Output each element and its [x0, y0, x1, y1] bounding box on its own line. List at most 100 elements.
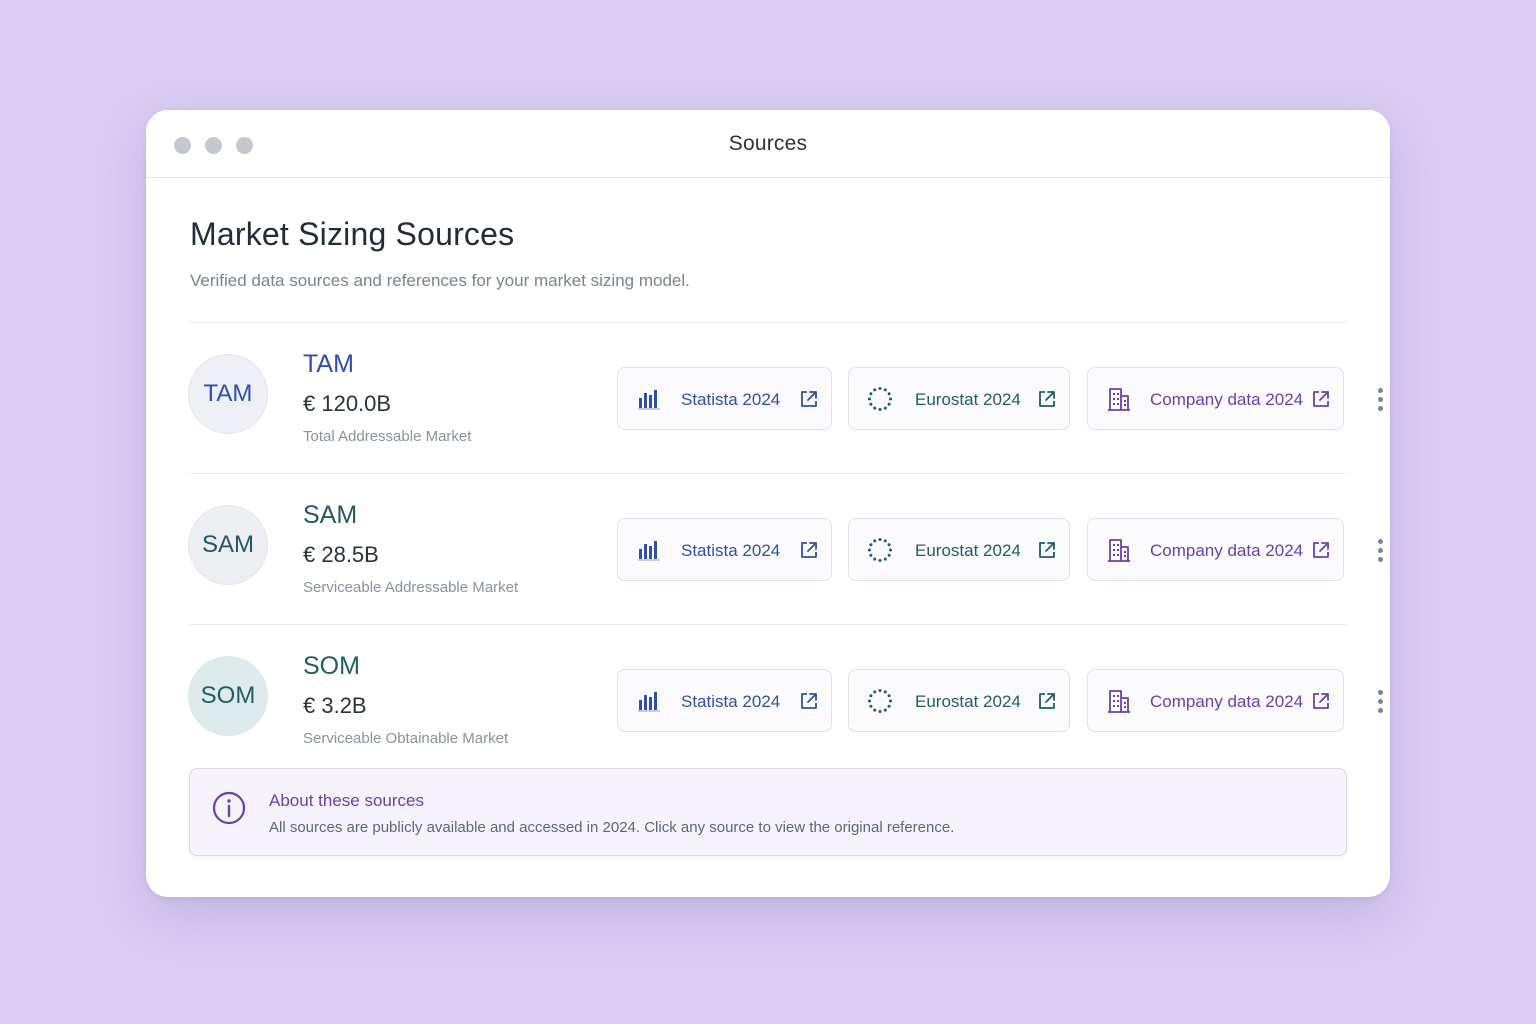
eu-star-dot: [868, 548, 871, 552]
eu-star-dot: [887, 543, 891, 547]
source-label: Company data 2024: [1150, 692, 1304, 711]
eu-star-dot: [868, 699, 871, 703]
eu-star-dot: [889, 699, 892, 703]
eu-star-dot: [887, 694, 891, 698]
eu-star-dot: [889, 397, 892, 401]
source-chip-eurostat[interactable]: Eurostat 2024: [848, 518, 1070, 581]
eu-star-dot: [878, 710, 882, 713]
eu-star-dot: [887, 553, 891, 557]
source-chip-company[interactable]: Company data 2024: [1087, 669, 1344, 732]
eu-star-dot: [878, 689, 882, 692]
source-chip-company[interactable]: Company data 2024: [1087, 518, 1344, 581]
eu-star-dot: [883, 406, 887, 410]
external-link-icon: [1313, 542, 1329, 558]
eu-star-dot: [869, 553, 873, 557]
source-chip-eurostat[interactable]: Eurostat 2024: [848, 367, 1070, 430]
source-chip-company[interactable]: Company data 2024: [1087, 367, 1344, 430]
metric-value: € 3.2B: [303, 693, 367, 718]
source-label: Company data 2024: [1150, 390, 1304, 409]
metric-info: SOM € 3.2B Serviceable Obtainable Market: [303, 652, 508, 747]
metric-name: SAM: [303, 501, 358, 529]
source-label: Statista 2024: [681, 541, 781, 560]
source-label: Statista 2024: [681, 692, 781, 711]
metric-description: Serviceable Obtainable Market: [303, 730, 509, 747]
maximize-window-button[interactable]: [236, 137, 253, 154]
metric-value: € 28.5B: [303, 542, 379, 567]
external-link-icon: [801, 542, 817, 558]
external-link-icon: [801, 693, 817, 709]
metric-value: € 120.0B: [303, 391, 392, 416]
about-sources-notice: About these sources All sources are publ…: [189, 768, 1347, 856]
source-chip-statista[interactable]: Statista 2024: [617, 518, 832, 581]
eu-star-dot: [873, 690, 877, 694]
source-chip-eurostat[interactable]: Eurostat 2024: [848, 669, 1070, 732]
eu-star-dot: [878, 387, 882, 390]
more-vertical-icon[interactable]: [1368, 534, 1390, 566]
eu-star-dot: [869, 392, 873, 396]
metric-info: SAM € 28.5B Serviceable Addressable Mark…: [303, 501, 518, 596]
building-icon: [1108, 388, 1130, 411]
eu-star-dot: [883, 539, 887, 543]
source-chip-statista[interactable]: Statista 2024: [617, 367, 832, 430]
eu-star-dot: [869, 402, 873, 406]
minimize-window-button[interactable]: [205, 137, 222, 154]
metric-name: SOM: [303, 652, 360, 680]
metric-row-tam: TAM TAM € 120.0B Total Addressable Marke…: [188, 323, 1383, 473]
notice-text: All sources are publicly available and a…: [269, 819, 955, 836]
more-vertical-icon[interactable]: [1368, 383, 1390, 415]
eu-star-dot: [868, 397, 871, 401]
eu-star-dot: [878, 408, 882, 411]
metric-info: TAM € 120.0B Total Addressable Market: [303, 350, 471, 445]
bar-chart-icon: [638, 541, 660, 561]
title-bar: Sources: [146, 110, 1390, 178]
page-title: Market Sizing Sources: [190, 216, 515, 252]
eu-star-dot: [878, 538, 882, 541]
eu-star-dot: [887, 392, 891, 396]
eu-star-dot: [883, 388, 887, 392]
external-link-icon: [1039, 542, 1055, 558]
metric-badge: SOM: [188, 656, 268, 736]
metric-badge: TAM: [188, 354, 268, 434]
eu-star-dot: [883, 690, 887, 694]
external-link-icon: [1039, 391, 1055, 407]
sources-window: Sources Market Sizing Sources Verified d…: [146, 110, 1390, 897]
external-link-icon: [1313, 693, 1329, 709]
bar-chart-icon: [638, 692, 660, 712]
eu-stars-icon: [868, 387, 892, 411]
external-link-icon: [1313, 391, 1329, 407]
metric-name: TAM: [303, 350, 354, 378]
window-controls: [174, 137, 253, 154]
eu-stars-icon: [868, 689, 892, 713]
close-window-button[interactable]: [174, 137, 191, 154]
eu-star-dot: [887, 402, 891, 406]
building-icon: [1108, 539, 1130, 562]
eu-star-dot: [873, 406, 877, 410]
eu-star-dot: [869, 694, 873, 698]
main-content: Market Sizing Sources Verified data sour…: [146, 178, 1390, 775]
eu-star-dot: [873, 557, 877, 561]
eu-star-dot: [873, 388, 877, 392]
metric-description: Total Addressable Market: [303, 428, 472, 445]
page-subtitle: Verified data sources and references for…: [190, 271, 690, 290]
source-label: Company data 2024: [1150, 541, 1304, 560]
eu-star-dot: [889, 548, 892, 552]
external-link-icon: [801, 391, 817, 407]
window-title: Sources: [728, 131, 808, 155]
metric-row-som: SOM SOM € 3.2B Serviceable Obtainable Ma…: [188, 625, 1383, 775]
source-label: Eurostat 2024: [915, 692, 1021, 711]
eu-star-dot: [883, 708, 887, 712]
eu-star-dot: [869, 543, 873, 547]
metric-badge: SAM: [188, 505, 268, 585]
more-vertical-icon[interactable]: [1368, 685, 1390, 717]
source-label: Eurostat 2024: [915, 390, 1021, 409]
info-icon: [212, 791, 246, 825]
source-label: Statista 2024: [681, 390, 781, 409]
eu-star-dot: [873, 708, 877, 712]
metric-row-sam: SAM SAM € 28.5B Serviceable Addressable …: [188, 474, 1383, 624]
building-icon: [1108, 690, 1130, 713]
source-chip-statista[interactable]: Statista 2024: [617, 669, 832, 732]
eu-stars-icon: [868, 538, 892, 562]
source-label: Eurostat 2024: [915, 541, 1021, 560]
eu-star-dot: [869, 704, 873, 708]
eu-star-dot: [887, 704, 891, 708]
